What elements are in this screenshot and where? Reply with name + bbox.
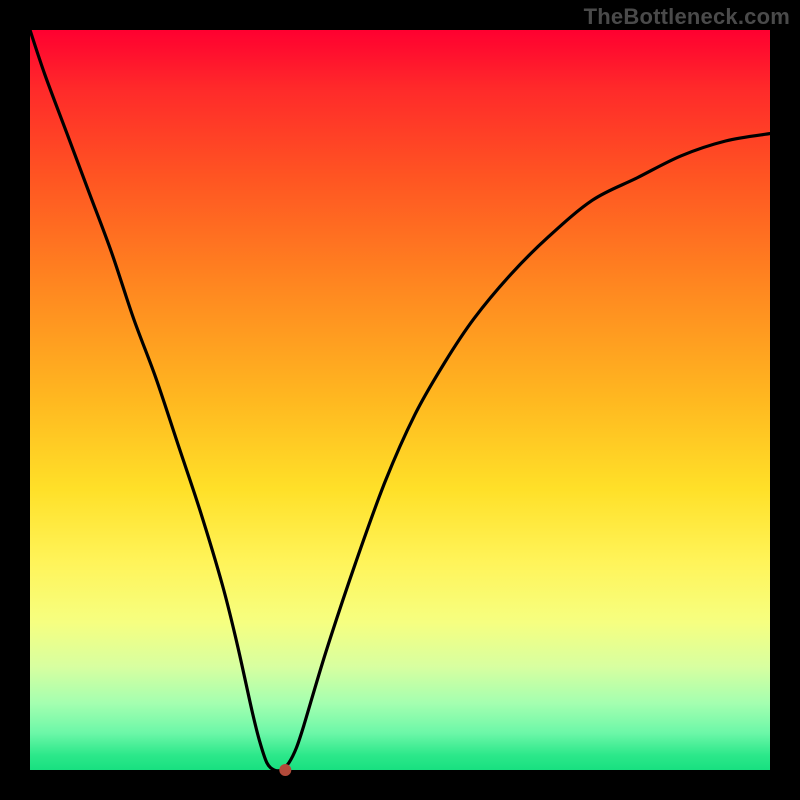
plot-area <box>30 30 770 770</box>
plot-svg <box>30 30 770 770</box>
chart-frame: TheBottleneck.com <box>0 0 800 800</box>
bottleneck-curve <box>30 30 770 771</box>
watermark-text: TheBottleneck.com <box>584 4 790 30</box>
valley-marker <box>279 764 291 776</box>
